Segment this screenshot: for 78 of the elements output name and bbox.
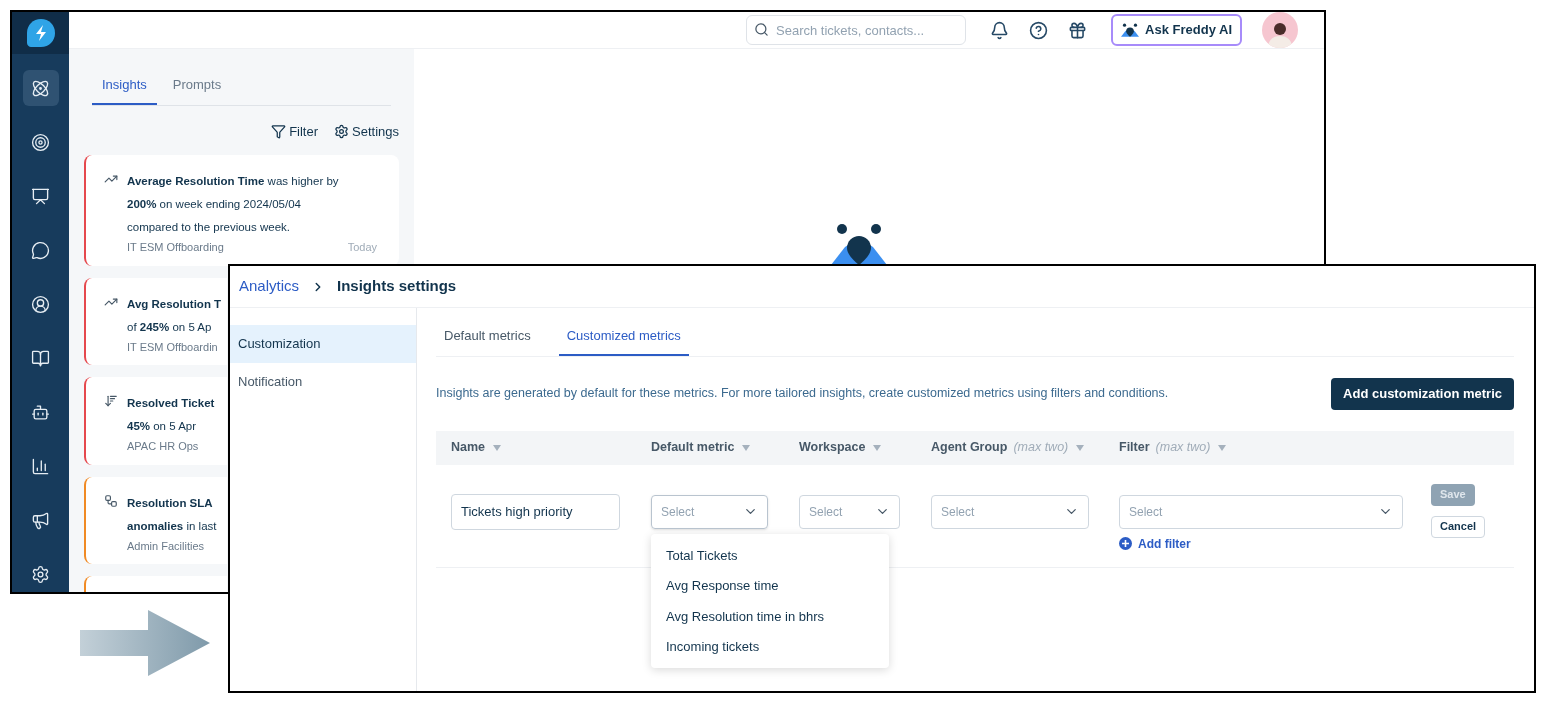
panel-tab[interactable]: Insights [92,75,157,105]
breadcrumb-link[interactable]: Analytics [239,275,300,298]
insight-text: anomalies in last [127,519,217,532]
sort-caret-icon [742,444,751,451]
insight-card[interactable]: Average Resolution Time was higher by 200% on week ending 2024/05/04 compared to the previous week. IT ESM Offboarding Today [84,155,399,266]
dropdown-option[interactable]: Total Tickets [651,540,889,571]
workspace-label: APAC HR Ops [127,439,199,454]
ask-freddy-button[interactable]: Ask Freddy AI [1111,14,1242,46]
time-label: Today [347,240,377,255]
panel-action-button[interactable]: Settings [334,121,399,141]
atom-icon [31,78,50,98]
filter-icon [271,123,287,139]
dropdown-option[interactable]: Incoming tickets [651,631,889,662]
gift-icon [1068,20,1088,40]
sort-caret-icon [1076,444,1085,451]
bear-logo-icon [831,223,887,265]
bar-chart-icon [31,456,50,476]
avatar[interactable] [1262,12,1298,48]
workspace-label: Admin Facilities [127,538,205,554]
metrics-tab[interactable]: Customized metrics [558,326,689,356]
sort-caret-icon [493,444,502,451]
insight-card[interactable]: Resolved Ticket 45% on 5 Apr APAC HR Ops [84,377,227,465]
insight-text: Average Resolution Time was higher by [127,175,339,187]
insight-text: compared to the previous week. [127,221,290,233]
insight-text: of 245% on 5 Ap [127,320,212,333]
settings-nav-item[interactable]: Customization [230,325,416,363]
search-icon [754,22,770,37]
column-header[interactable]: Workspace [799,438,931,457]
workspace-label: IT ESM Offboarding [127,240,224,255]
presentation-icon [31,186,50,206]
notifications-button[interactable] [990,20,1010,40]
sidebar-item[interactable] [22,70,59,106]
name-input[interactable]: Tickets high priority [451,493,620,530]
lightning-logo-icon [25,18,56,48]
chat-icon [31,240,50,260]
dropdown-option[interactable]: Avg Resolution time in bhrs [651,601,889,632]
bear-icon [1121,23,1140,37]
sort-icon [104,394,118,408]
insight-text: Avg Resolution T [127,297,222,310]
target-icon [31,132,50,152]
insight-card[interactable]: Avg Resolution T of 245% on 5 Ap IT ESM Offboardin [84,277,227,365]
workspace-label: IT ESM Offboardin [127,339,218,355]
insight-card[interactable]: Resolution SLA anomalies in last Admin Facilities [84,476,227,564]
search-field[interactable]: Search tickets, contacts... [746,15,967,45]
settings-icon [31,564,50,584]
gift-button[interactable] [1068,20,1088,40]
user-icon [31,294,50,314]
metrics-tab[interactable]: Default metrics [436,326,539,356]
sort-caret-icon [873,444,882,451]
insight-text: 200% on week ending 2024/05/04 [127,198,301,210]
column-header[interactable]: Agent Group (max two) [931,438,1119,457]
bot-icon [31,402,50,422]
arrow-icon [80,610,210,676]
book-icon [31,348,50,368]
description-text: Insights are generated by default for these metrics. For more tailored insights, create customized metrics using filters and conditions. [436,385,1169,403]
help-button[interactable] [1029,20,1049,40]
insight-text: Resolved Ticket [127,397,215,409]
add-customization-metric-button[interactable]: Add customization metric [1331,377,1514,410]
settings-icon [334,123,349,139]
page-title: Insights settings [337,276,457,297]
dropdown-option[interactable]: Avg Response time [651,570,889,601]
sort-caret-icon [1218,444,1227,451]
column-header[interactable]: Name [451,438,651,457]
bell-icon [990,20,1010,40]
plus-circle-icon [1119,537,1132,550]
add-filter-link[interactable]: Add filter [1119,534,1433,553]
column-header[interactable]: Default metric [651,438,799,457]
panel-action-button[interactable]: Filter [271,121,318,141]
insight-text: Resolution SLA [127,496,213,509]
help-icon [1029,20,1049,40]
column-header[interactable]: Filter (max two) [1119,438,1433,457]
settings-nav-item[interactable]: Notification [230,363,416,401]
megaphone-icon [31,510,50,530]
flow-icon [104,493,118,508]
insight-text: 45% on 5 Apr [127,420,197,432]
panel-tab[interactable]: Prompts [162,75,232,105]
cancel-button[interactable]: Cancel [1431,515,1486,538]
person-silhouette-icon [1267,20,1293,48]
